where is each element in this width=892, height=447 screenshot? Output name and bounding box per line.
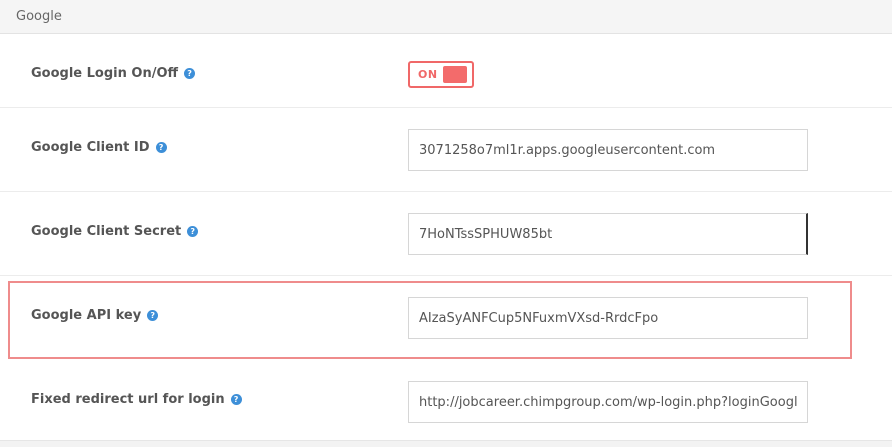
help-icon[interactable]: ? — [184, 68, 196, 79]
google-client-secret-label-text: Google Client Secret — [31, 224, 182, 239]
help-icon[interactable]: ? — [147, 310, 159, 321]
google-login-label: Google Login On/Off ? — [31, 66, 196, 81]
toggle-state-label: ON — [418, 68, 438, 81]
panel-header: Google — [0, 0, 892, 34]
redirect-url-label: Fixed redirect url for login ? — [31, 392, 242, 407]
google-client-secret-input[interactable] — [408, 213, 808, 255]
panel-footer-strip — [0, 440, 892, 447]
redirect-url-input[interactable] — [408, 381, 808, 423]
toggle-knob — [443, 66, 467, 83]
help-icon[interactable]: ? — [230, 394, 242, 405]
google-api-key-label: Google API key ? — [31, 308, 159, 323]
help-icon[interactable]: ? — [155, 142, 167, 153]
google-settings-panel: Google Google Login On/Off ? ON Google C… — [0, 0, 892, 447]
redirect-url-label-text: Fixed redirect url for login — [31, 392, 225, 407]
google-api-key-label-text: Google API key — [31, 308, 142, 323]
google-login-toggle[interactable]: ON — [408, 61, 474, 88]
google-client-id-label: Google Client ID ? — [31, 140, 167, 155]
panel-title: Google — [16, 9, 62, 24]
google-login-label-text: Google Login On/Off — [31, 66, 179, 81]
google-client-secret-label: Google Client Secret ? — [31, 224, 199, 239]
google-client-id-input[interactable] — [408, 129, 808, 171]
google-api-key-input[interactable] — [408, 297, 808, 339]
help-icon[interactable]: ? — [187, 226, 199, 237]
google-client-id-label-text: Google Client ID — [31, 140, 150, 155]
